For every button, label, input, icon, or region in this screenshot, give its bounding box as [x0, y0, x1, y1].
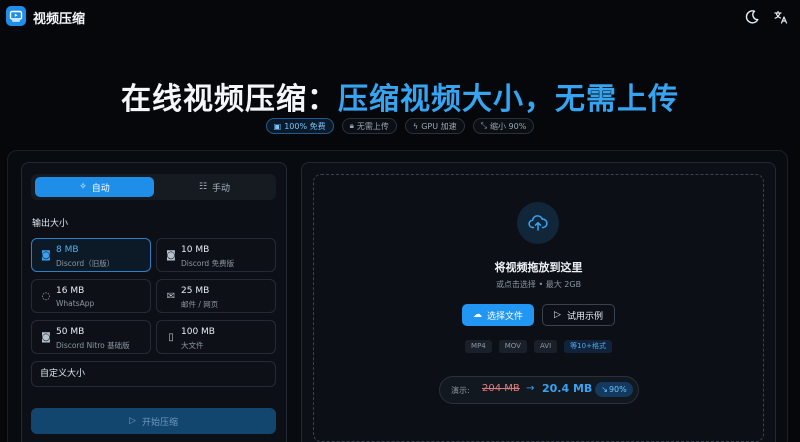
size-option-desc: Discord（旧版） [56, 259, 115, 268]
drop-subtitle: 或点击选择 • 最大 2GB [495, 280, 582, 289]
page-title-main: 在线视频压缩： [121, 82, 338, 117]
custom-size-option[interactable]: 自定义大小 [31, 361, 276, 387]
format-tag: AVI [533, 340, 558, 353]
feature-chips: ▣ 100% 免费 🔒︎ 无需上传 ϟ GPU 加速 ⤡ 缩小 90% [0, 118, 800, 134]
choose-file-button[interactable]: ☁ 选择文件 [462, 304, 534, 326]
tab-manual[interactable]: ☷ 手动 [156, 177, 273, 197]
app-title[interactable]: 视频压缩 [33, 8, 85, 27]
size-option-size: 16 MB [56, 286, 85, 296]
page-title: 在线视频压缩：压缩视频大小，无需上传 [0, 74, 800, 118]
size-option-size: 25 MB [181, 286, 210, 296]
play-icon: ▷ [129, 416, 136, 426]
play-icon: ▷ [554, 310, 561, 320]
lock-icon: 🔒︎ [349, 121, 354, 130]
file-icon: ▯ [168, 332, 174, 343]
upload-icon: ☁ [472, 310, 482, 320]
discord-icon: ◙ [41, 250, 51, 261]
size-option-size: 8 MB [56, 245, 79, 255]
size-option-desc: 大文件 [181, 341, 204, 350]
start-compress-button[interactable]: ▷ 开始压缩 [31, 408, 276, 434]
app-logo-icon[interactable] [6, 6, 26, 26]
top-bar: 视频压缩 [0, 0, 800, 36]
chip-gpu: ϟ GPU 加速 [404, 118, 465, 134]
size-option-desc: Discord 免费版 [181, 259, 235, 268]
format-tag: MP4 [465, 340, 492, 353]
whatsapp-icon: ◌ [41, 291, 51, 302]
choose-file-label: 选择文件 [486, 311, 523, 322]
arrow-right-icon: → [526, 383, 535, 394]
chip-shrink: ⤡ 缩小 90% [472, 118, 535, 134]
sliders-icon: ☷ [198, 182, 208, 192]
size-option-size: 100 MB [181, 327, 215, 337]
demo-size-before: 204 MB [482, 383, 520, 394]
tab-manual-label: 手动 [212, 183, 231, 194]
reduction-badge: ↘ 90% [595, 382, 633, 397]
upload-cloud-icon [517, 202, 559, 244]
chip-free-label: 100% 免费 [284, 121, 326, 131]
reduction-value: 90% [608, 385, 627, 394]
start-compress-label: 开始压缩 [141, 417, 178, 428]
mail-icon: ✉ [166, 291, 176, 302]
chip-gpu-label: GPU 加速 [421, 121, 457, 131]
chip-no-upload-label: 无需上传 [356, 121, 389, 131]
chip-shrink-label: 缩小 90% [490, 121, 527, 131]
trend-down-icon: ↘ [601, 385, 608, 394]
language-toggle-icon[interactable] [773, 9, 789, 25]
size-option-25mb[interactable]: ✉ 25 MB 邮件 / 网页 [156, 279, 276, 313]
chip-no-upload: 🔒︎ 无需上传 [341, 118, 397, 134]
bolt-icon: ϟ [412, 121, 419, 131]
format-tag-more: 等10+格式 [564, 340, 612, 353]
drop-title: 将视频拖放到这里 [494, 261, 583, 274]
size-option-desc: Discord Nitro 基础版 [56, 341, 130, 350]
sparkle-icon: ✧ [79, 182, 87, 192]
size-option-size: 10 MB [181, 245, 210, 255]
format-tag: MOV [498, 340, 527, 353]
tab-auto-label: 自动 [91, 183, 110, 194]
demo-label: 演示: [451, 386, 470, 395]
theme-toggle-moon-icon[interactable] [744, 9, 760, 25]
size-option-16mb[interactable]: ◌ 16 MB WhatsApp [31, 279, 151, 313]
size-option-50mb[interactable]: ◙ 50 MB Discord Nitro 基础版 [31, 320, 151, 354]
tab-auto[interactable]: ✧ 自动 [35, 177, 154, 197]
chip-free: ▣ 100% 免费 [265, 118, 334, 134]
discord-icon: ◙ [166, 250, 176, 261]
size-option-desc: WhatsApp [56, 299, 95, 308]
size-option-8mb[interactable]: ◙ 8 MB Discord（旧版） [31, 238, 151, 272]
discord-icon: ◙ [41, 332, 51, 343]
gift-icon: ▣ [273, 121, 282, 131]
output-size-label: 输出大小 [32, 219, 69, 229]
demo-size-after: 20.4 MB [542, 382, 593, 395]
page-title-highlight: 压缩视频大小，无需上传 [338, 82, 679, 117]
size-option-size: 50 MB [56, 327, 85, 337]
try-sample-button[interactable]: ▷ 试用示例 [542, 304, 615, 326]
shrink-icon: ⤡ [480, 121, 488, 130]
size-option-100mb[interactable]: ▯ 100 MB 大文件 [156, 320, 276, 354]
size-option-desc: 邮件 / 网页 [181, 300, 219, 309]
format-tags: MP4 MOV AVI 等10+格式 [313, 340, 764, 353]
size-option-10mb[interactable]: ◙ 10 MB Discord 免费版 [156, 238, 276, 272]
try-sample-label: 试用示例 [566, 311, 603, 322]
